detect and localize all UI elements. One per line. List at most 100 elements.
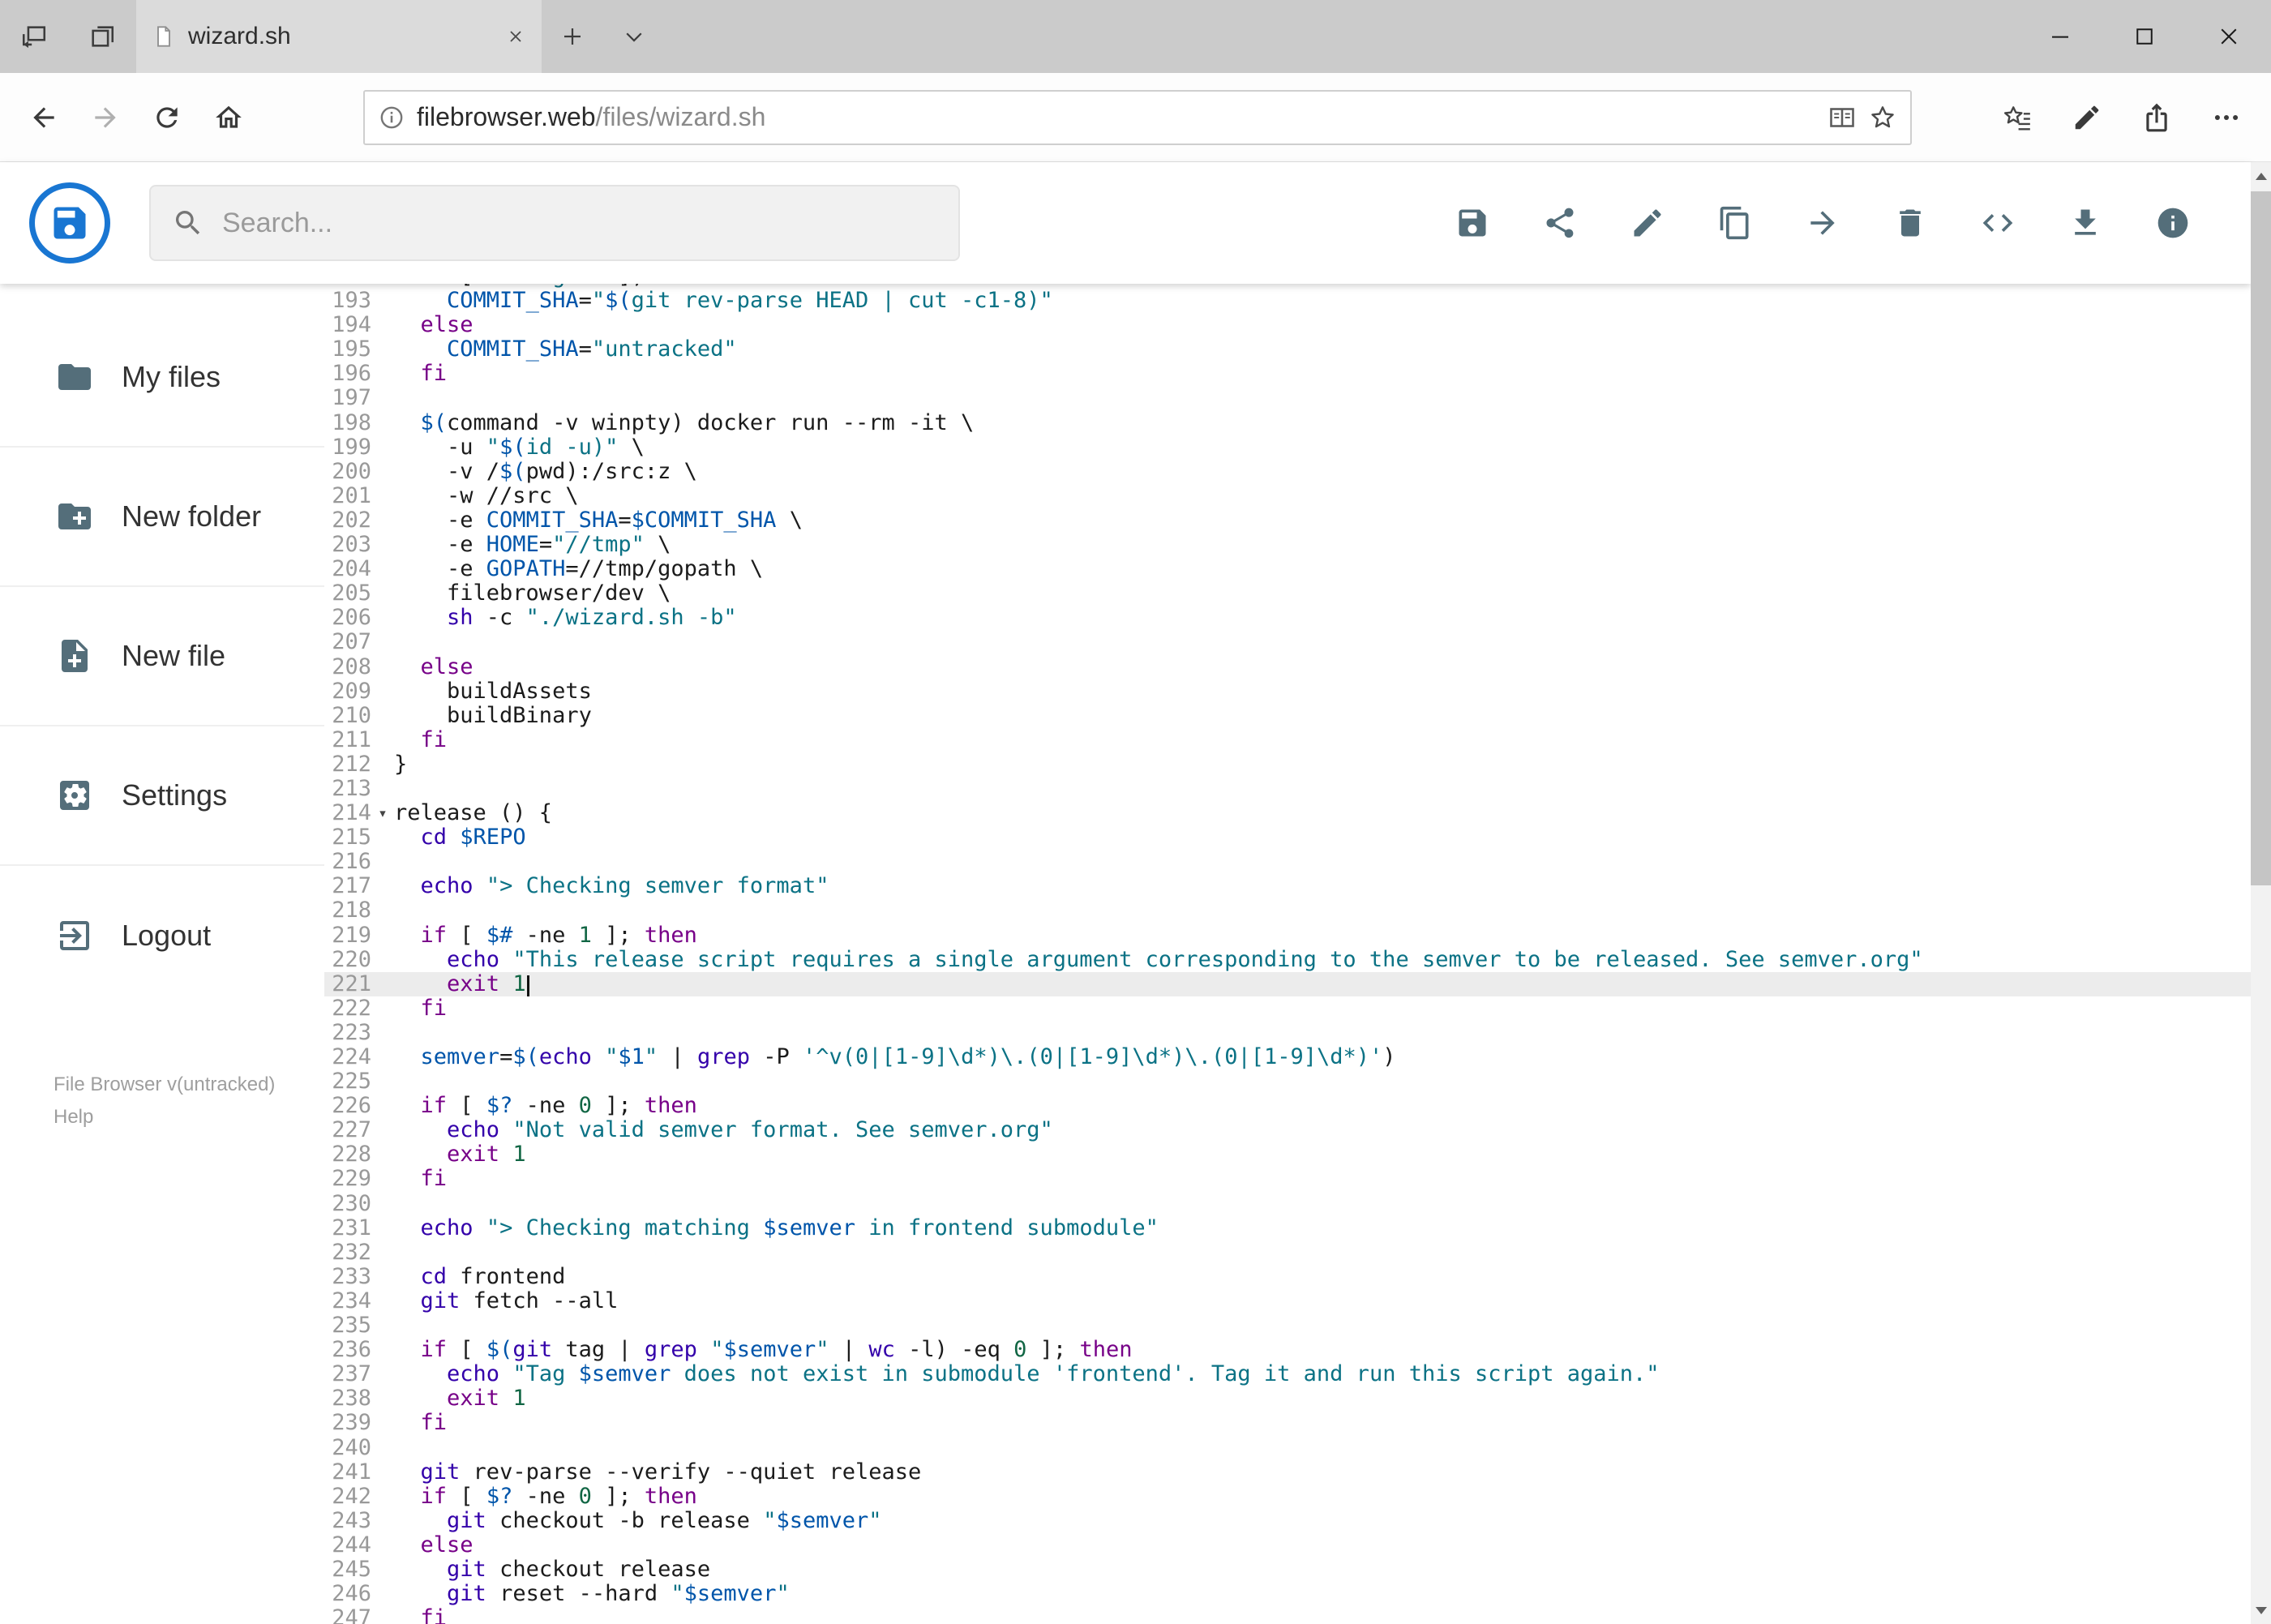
code-line[interactable]: 208 else — [324, 654, 2251, 679]
help-link[interactable]: Help — [54, 1101, 275, 1133]
search-bar[interactable] — [149, 185, 960, 261]
code-line[interactable]: 211 fi — [324, 727, 2251, 752]
page-scrollbar[interactable] — [2251, 162, 2271, 1624]
code-line[interactable]: 220 echo "This release script requires a… — [324, 947, 2251, 972]
share-page-button[interactable] — [2122, 87, 2192, 148]
code-line[interactable]: 194 else — [324, 313, 2251, 337]
code-line[interactable]: 206 sh -c "./wizard.sh -b" — [324, 606, 2251, 630]
add-notes-button[interactable] — [2052, 87, 2122, 148]
more-menu-button[interactable] — [2192, 87, 2261, 148]
info-button[interactable] — [2155, 205, 2191, 241]
search-input[interactable] — [222, 207, 937, 239]
code-line[interactable]: 232 — [324, 1240, 2251, 1265]
back-button[interactable] — [13, 87, 75, 148]
code-line[interactable]: 244 else — [324, 1532, 2251, 1558]
scroll-up-button[interactable] — [2251, 162, 2271, 190]
code-button[interactable] — [1980, 205, 2016, 241]
code-line[interactable]: 240 — [324, 1435, 2251, 1460]
edit-button[interactable] — [1630, 205, 1665, 241]
tab-preview-toggle-button[interactable] — [603, 0, 665, 73]
share-button[interactable] — [1542, 205, 1578, 241]
code-line[interactable]: 235 — [324, 1313, 2251, 1338]
code-line[interactable]: 205 filebrowser/dev \ — [324, 581, 2251, 606]
code-line[interactable]: 217 echo "> Checking semver format" — [324, 874, 2251, 898]
code-line[interactable]: 195 COMMIT_SHA="untracked" — [324, 337, 2251, 362]
code-line[interactable]: 237 echo "Tag $semver does not exist in … — [324, 1362, 2251, 1386]
code-line[interactable]: 196 fi — [324, 362, 2251, 386]
code-line[interactable]: 219 if [ $# -ne 1 ]; then — [324, 923, 2251, 948]
home-button[interactable] — [198, 87, 259, 148]
code-line[interactable]: 203 -e HOME="//tmp" \ — [324, 532, 2251, 557]
code-line[interactable]: 215 cd $REPO — [324, 825, 2251, 850]
browser-tab[interactable]: wizard.sh — [136, 0, 542, 73]
code-line[interactable]: 245 git checkout release — [324, 1557, 2251, 1582]
code-line[interactable]: 242 if [ $? -ne 0 ]; then — [324, 1484, 2251, 1509]
sidebar-item-logout[interactable]: Logout — [0, 866, 324, 1005]
favorite-star-icon[interactable] — [1868, 103, 1897, 132]
code-line[interactable]: 200 -v /$(pwd):/src:z \ — [324, 459, 2251, 484]
tab-close-button[interactable] — [506, 27, 525, 46]
refresh-button[interactable] — [136, 87, 198, 148]
scroll-down-button[interactable] — [2251, 1596, 2271, 1624]
code-line[interactable]: 243 git checkout -b release "$semver" — [324, 1508, 2251, 1533]
code-line[interactable]: 247 fi — [324, 1606, 2251, 1624]
code-line[interactable]: 229 fi — [324, 1167, 2251, 1191]
code-line[interactable]: 241 git rev-parse --verify --quiet relea… — [324, 1459, 2251, 1485]
code-line[interactable]: 201 -w //src \ — [324, 483, 2251, 508]
code-line[interactable]: 227 echo "Not valid semver format. See s… — [324, 1118, 2251, 1142]
code-line[interactable]: 212} — [324, 752, 2251, 777]
code-line[interactable]: 234 git fetch --all — [324, 1288, 2251, 1313]
code-line[interactable]: 213 — [324, 776, 2251, 801]
code-line[interactable]: 199 -u "$(id -u)" \ — [324, 435, 2251, 460]
code-line[interactable]: 193 COMMIT_SHA="$(git rev-parse HEAD | c… — [324, 288, 2251, 313]
code-line[interactable]: 231 echo "> Checking matching $semver in… — [324, 1215, 2251, 1240]
tabs-you-set-aside-button[interactable] — [68, 0, 136, 73]
minimize-button[interactable] — [2018, 0, 2102, 73]
code-line[interactable]: 204 -e GOPATH=//tmp/gopath \ — [324, 557, 2251, 581]
code-line[interactable]: 198 $(command -v winpty) docker run --rm… — [324, 410, 2251, 435]
set-tabs-aside-button[interactable] — [0, 0, 68, 73]
code-line[interactable]: 238 exit 1 — [324, 1386, 2251, 1411]
delete-button[interactable] — [1892, 205, 1928, 241]
filebrowser-logo[interactable] — [29, 182, 110, 264]
code-line[interactable]: 214 ▾ release () { — [324, 800, 2251, 825]
code-line[interactable]: 218 — [324, 898, 2251, 923]
hub-favorites-button[interactable] — [1982, 87, 2052, 148]
code-line[interactable]: 207 — [324, 630, 2251, 654]
code-line[interactable]: 223 — [324, 1020, 2251, 1045]
code-line[interactable]: 210 buildBinary — [324, 703, 2251, 728]
code-line[interactable]: 221 exit 1 — [324, 971, 2251, 996]
download-button[interactable] — [2067, 205, 2103, 241]
new-tab-button[interactable] — [542, 0, 603, 73]
code-line[interactable]: 246 git reset --hard "$semver" — [324, 1581, 2251, 1606]
code-line[interactable]: 230 — [324, 1191, 2251, 1216]
code-line[interactable]: 233 cd frontend — [324, 1264, 2251, 1289]
fold-marker-icon[interactable]: ▾ — [371, 801, 394, 825]
forward-button[interactable] — [75, 87, 136, 148]
code-editor[interactable]: 192 if [ -d ".git" ]; then193 COMMIT_SHA… — [324, 284, 2251, 1624]
sidebar-item-new-folder[interactable]: New folder — [0, 448, 324, 587]
reading-view-icon[interactable] — [1828, 103, 1857, 132]
maximize-button[interactable] — [2102, 0, 2187, 73]
code-line[interactable]: 224 semver=$(echo "$1" | grep -P '^v(0|[… — [324, 1044, 2251, 1069]
code-line[interactable]: 236 if [ $(git tag | grep "$semver" | wc… — [324, 1338, 2251, 1362]
code-line[interactable]: 226 if [ $? -ne 0 ]; then — [324, 1094, 2251, 1118]
code-line[interactable]: 197 — [324, 386, 2251, 410]
sidebar-item-settings[interactable]: Settings — [0, 726, 324, 866]
scrollbar-thumb[interactable] — [2251, 191, 2271, 885]
code-line[interactable]: 216 — [324, 850, 2251, 874]
code-line[interactable]: 222 fi — [324, 996, 2251, 1021]
code-line[interactable]: 225 — [324, 1069, 2251, 1094]
sidebar-item-my-files[interactable]: My files — [0, 308, 324, 448]
code-line[interactable]: 228 exit 1 — [324, 1142, 2251, 1167]
url-field[interactable]: filebrowser.web/files/wizard.sh — [363, 89, 1912, 145]
code-line[interactable]: 202 -e COMMIT_SHA=$COMMIT_SHA \ — [324, 508, 2251, 533]
move-button[interactable] — [1805, 205, 1840, 241]
code-line[interactable]: 239 fi — [324, 1411, 2251, 1435]
sidebar-item-new-file[interactable]: New file — [0, 587, 324, 726]
code-line[interactable]: 209 buildAssets — [324, 679, 2251, 704]
close-window-button[interactable] — [2187, 0, 2271, 73]
save-button[interactable] — [1455, 205, 1490, 241]
copy-button[interactable] — [1717, 205, 1753, 241]
site-info-icon[interactable] — [378, 104, 405, 131]
